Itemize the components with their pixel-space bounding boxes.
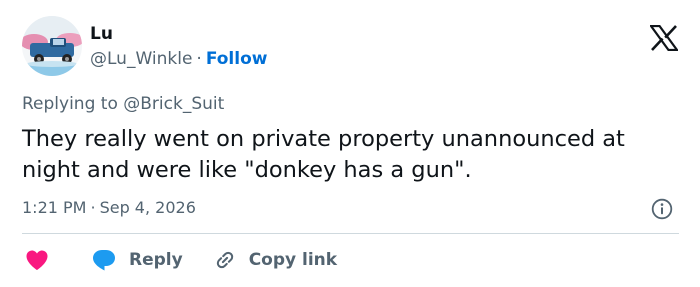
like-button[interactable]	[22, 249, 49, 271]
truck-avatar-image	[22, 16, 82, 76]
speech-bubble-icon	[93, 250, 115, 271]
reply-label: Reply	[129, 250, 183, 270]
copy-link-label: Copy link	[248, 250, 338, 270]
reply-target-handle[interactable]: @Brick_Suit	[123, 94, 224, 114]
copy-link-button[interactable]: Copy link	[213, 248, 337, 272]
reply-button[interactable]: Reply	[91, 248, 183, 272]
x-logo-icon[interactable]	[650, 25, 678, 51]
reply-context: Replying to @Brick_Suit	[22, 94, 224, 114]
reply-context-prefix: Replying to	[22, 94, 118, 114]
avatar[interactable]	[22, 16, 82, 76]
tweet-timestamp[interactable]: 1:21 PM · Sep 4, 2026	[22, 198, 196, 217]
handle-separator: ·	[196, 49, 202, 69]
follow-button[interactable]: Follow	[206, 49, 268, 69]
author-handle[interactable]: @Lu_Winkle	[90, 49, 192, 69]
heart-icon	[26, 250, 48, 270]
tweet-time: 1:21 PM	[22, 198, 87, 217]
author-handle-row: @Lu_Winkle · Follow	[90, 49, 267, 69]
action-bar: Reply Copy link	[22, 247, 337, 273]
link-icon	[216, 251, 233, 269]
author-name[interactable]: Lu	[90, 24, 113, 44]
timestamp-separator: ·	[90, 198, 96, 217]
tweet-date: Sep 4, 2026	[99, 198, 196, 217]
divider	[22, 233, 679, 234]
info-icon[interactable]	[651, 198, 673, 220]
tweet-text: They really went on private property una…	[22, 126, 625, 183]
